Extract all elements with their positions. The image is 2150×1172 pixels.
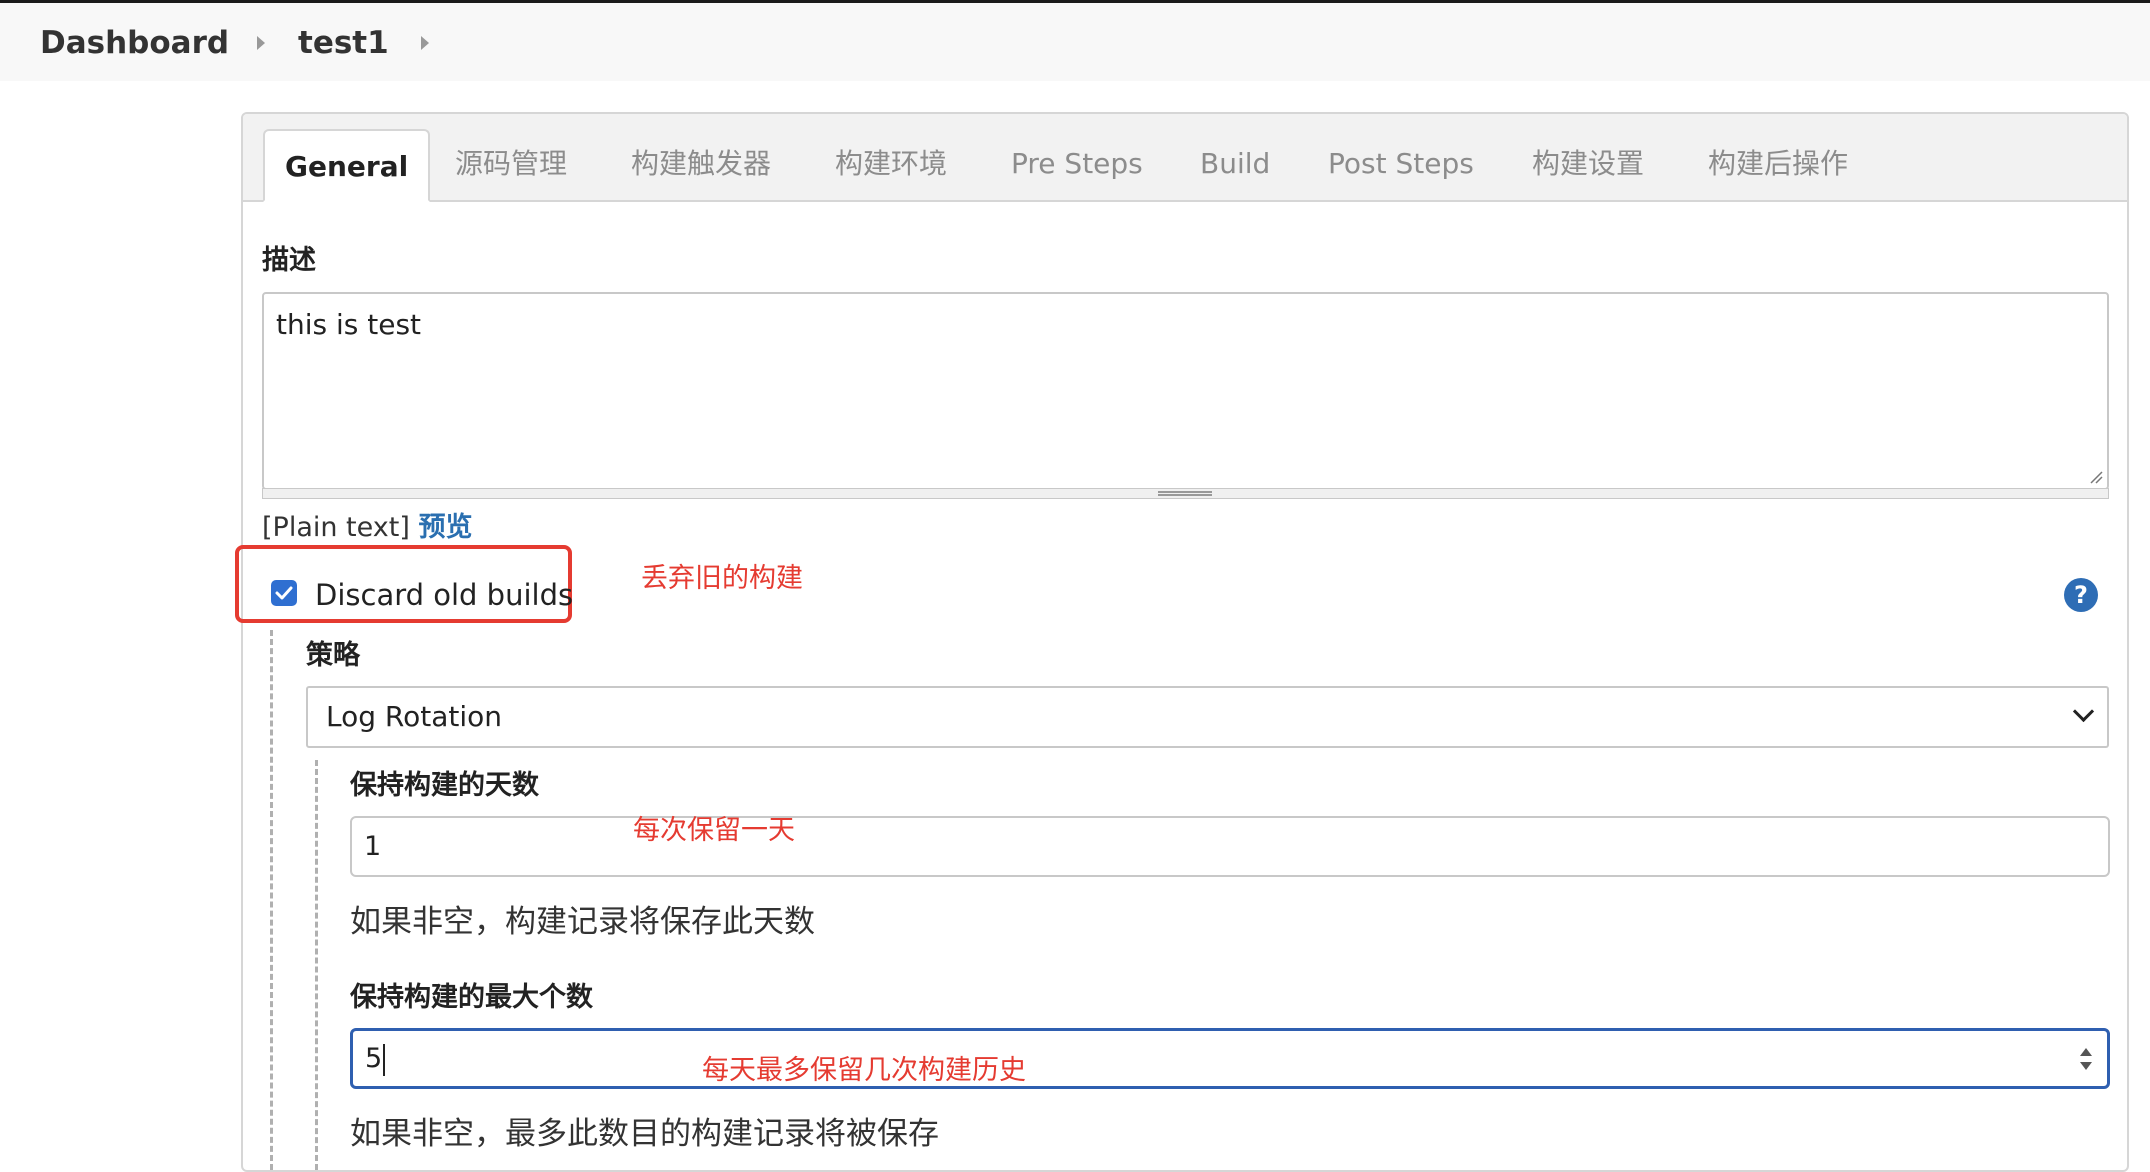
tab-build[interactable]: Build xyxy=(1200,144,1270,184)
breadcrumb: Dashboard test1 xyxy=(0,3,2150,81)
chevron-right-icon[interactable] xyxy=(257,36,265,50)
days-to-keep-label: 保持构建的天数 xyxy=(350,770,539,801)
chevron-right-icon[interactable] xyxy=(421,36,429,50)
breadcrumb-test1[interactable]: test1 xyxy=(298,23,389,63)
description-label: 描述 xyxy=(262,245,316,276)
days-to-keep-hint: 如果非空，构建记录将保存此天数 xyxy=(350,904,815,940)
strategy-select[interactable]: Log Rotation xyxy=(306,686,2109,748)
days-to-keep-input[interactable]: 1 xyxy=(350,816,2110,877)
tab-post-build-actions[interactable]: 构建后操作 xyxy=(1708,144,1848,184)
section-indent-line xyxy=(270,630,273,1170)
text-cursor xyxy=(383,1043,386,1076)
annotation-discard: 丢弃旧的构建 xyxy=(641,563,803,594)
resize-corner-icon[interactable] xyxy=(2089,470,2103,484)
tab-build-environment[interactable]: 构建环境 xyxy=(835,144,947,184)
tab-post-steps[interactable]: Post Steps xyxy=(1328,144,1474,184)
plain-text-label: [Plain text] xyxy=(262,512,410,543)
description-value: this is test xyxy=(276,308,422,341)
max-builds-input[interactable]: 5 xyxy=(350,1028,2110,1089)
strategy-label: 策略 xyxy=(306,640,360,671)
strategy-selected-value: Log Rotation xyxy=(326,700,503,733)
help-icon[interactable]: ? xyxy=(2064,578,2098,612)
number-spinner-icon[interactable] xyxy=(2079,1045,2093,1073)
grip-icon xyxy=(1158,491,1212,496)
discard-old-builds-checkbox[interactable] xyxy=(271,580,297,606)
preview-link[interactable]: 预览 xyxy=(418,512,472,543)
chevron-down-icon xyxy=(2072,700,2095,723)
tab-general[interactable]: General xyxy=(263,129,431,202)
breadcrumb-dashboard[interactable]: Dashboard xyxy=(40,23,229,63)
max-builds-hint: 如果非空，最多此数目的构建记录将被保存 xyxy=(350,1116,939,1152)
max-builds-label: 保持构建的最大个数 xyxy=(350,982,593,1013)
annotation-days: 每次保留一天 xyxy=(633,815,795,846)
max-builds-value: 5 xyxy=(365,1043,383,1074)
tab-bar: General 源码管理 构建触发器 构建环境 Pre Steps Build … xyxy=(243,114,2127,202)
description-textarea[interactable]: this is test xyxy=(262,292,2109,490)
tab-build-triggers[interactable]: 构建触发器 xyxy=(631,144,771,184)
annotation-max-builds: 每天最多保留几次构建历史 xyxy=(702,1055,1026,1086)
format-info: [Plain text] 预览 xyxy=(262,505,472,544)
discard-old-builds-label[interactable]: Discard old builds xyxy=(315,578,573,612)
tab-source-management[interactable]: 源码管理 xyxy=(455,144,567,184)
tab-pre-steps[interactable]: Pre Steps xyxy=(1011,144,1143,184)
tab-build-settings[interactable]: 构建设置 xyxy=(1532,144,1644,184)
checkmark-icon xyxy=(275,586,293,600)
subsection-indent-line xyxy=(315,760,318,1170)
textarea-resize-handle[interactable] xyxy=(262,488,2109,499)
days-to-keep-value: 1 xyxy=(364,831,382,862)
